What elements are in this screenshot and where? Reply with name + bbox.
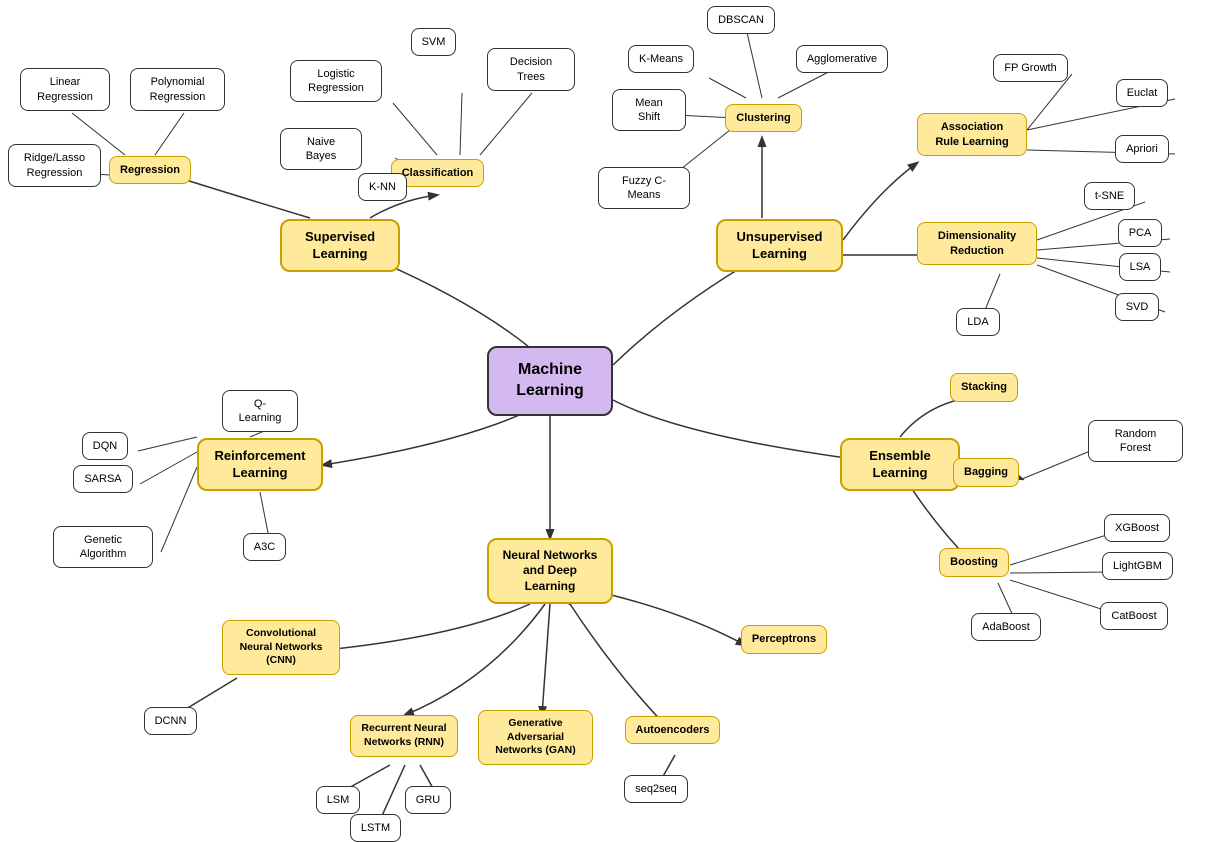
node-euclat: Euclat [1113,79,1171,107]
node-dbscan: DBSCAN [704,6,778,34]
node-dcnn: DCNN [143,707,198,735]
node-knn: K-NN [355,173,410,201]
node-fuzzy: Fuzzy C-Means [598,174,690,202]
node-xgboost: XGBoost [1102,514,1172,542]
node-neural: Neural Networks and Deep Learning [487,538,613,604]
node-ensemble: Ensemble Learning [840,437,960,492]
node-mean-shift: Mean Shift [612,96,686,124]
node-gru: GRU [403,786,453,814]
node-perceptrons: Perceptrons [740,622,828,657]
node-poly-reg: Polynomial Regression [130,72,225,107]
node-supervised: Supervised Learning [280,218,400,273]
node-naive-bayes: Naive Bayes [280,135,362,163]
node-bagging: Bagging [950,455,1022,490]
node-pca: PCA [1115,219,1165,247]
node-ridge-reg: Ridge/Lasso Regression [8,148,101,183]
node-gan: Generative Adversarial Networks (GAN) [478,710,593,765]
node-boosting: Boosting [938,545,1010,580]
node-genetic: Genetic Algorithm [53,533,153,561]
mindmap-canvas: Machine Learning Supervised Learning Uns… [0,0,1207,842]
node-lstm: LSTM [348,814,403,842]
node-decision-trees: Decision Trees [487,52,575,87]
node-dqn: DQN [80,432,130,460]
node-association: Association Rule Learning [917,107,1027,162]
node-fp-growth: FP Growth [993,54,1068,82]
node-lsm: LSM [312,786,364,814]
node-a3c: A3C [242,533,287,561]
node-logistic: Logistic Regression [290,62,382,100]
node-regression: Regression [105,150,195,190]
node-adaboost: AdaBoost [970,613,1042,641]
node-agglomerative: Agglomerative [796,45,888,73]
node-stacking: Stacking [943,370,1025,405]
node-catboost: CatBoost [1098,602,1170,630]
node-svm: SVM [406,28,461,56]
node-reinforcement: Reinforcement Learning [197,437,323,492]
node-q-learning: Q-Learning [222,397,298,425]
node-seq2seq: seq2seq [620,775,692,803]
node-machine-learning: Machine Learning [487,348,613,414]
node-svd: SVD [1112,293,1162,321]
node-cnn: Convolutional Neural Networks (CNN) [222,620,340,675]
node-dimensionality: Dimensionality Reduction [917,220,1037,267]
node-linear-reg: Linear Regression [20,72,110,107]
node-tsne: t-SNE [1082,182,1137,210]
node-kmeans: K-Means [625,45,697,73]
node-autoencoders: Autoencoders [625,710,720,750]
node-apriori: Apriori [1113,135,1171,163]
node-sarsa: SARSA [73,465,133,493]
node-lda: LDA [953,308,1003,336]
node-unsupervised: Unsupervised Learning [716,218,843,273]
node-lsa: LSA [1115,253,1165,281]
node-rnn: Recurrent Neural Networks (RNN) [350,710,458,762]
node-clustering: Clustering [716,98,811,138]
node-lightgbm: LightGBM [1100,552,1175,580]
node-random-forest: Random Forest [1088,427,1183,455]
